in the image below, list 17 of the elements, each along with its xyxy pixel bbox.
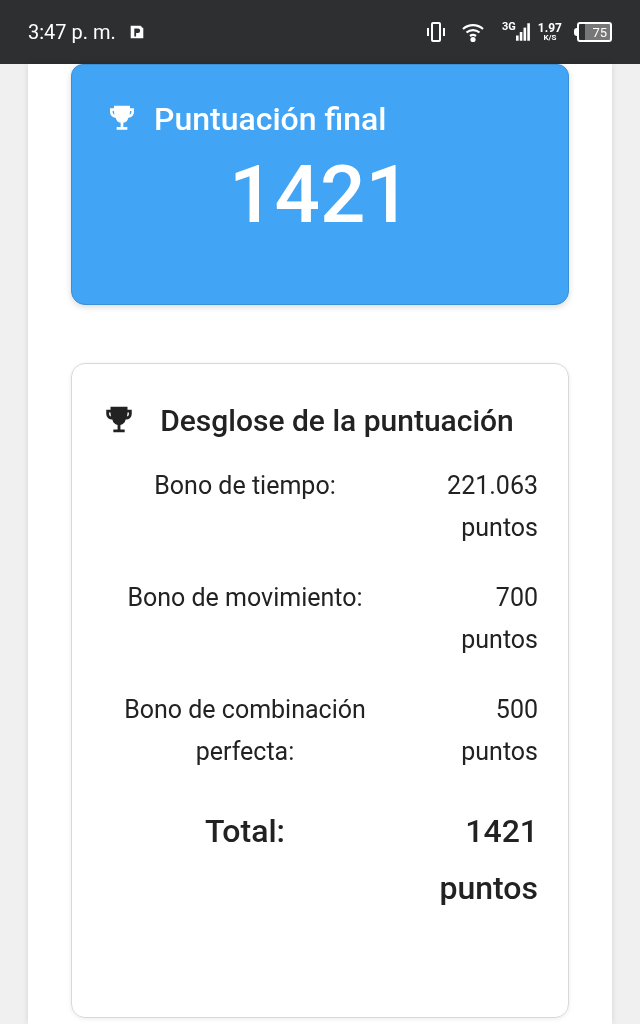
bonus-label: Bono de movimiento: (126, 582, 364, 614)
signal-icon (515, 22, 530, 42)
bonus-value: 221.063 puntos (446, 470, 538, 544)
clock: 3:47 p. m. (28, 19, 116, 46)
total-value: 1421 puntos (438, 811, 538, 909)
network-type: 3G (502, 19, 516, 35)
card-title: Puntuación final (154, 103, 387, 135)
bonus-value: 500 puntos (460, 694, 538, 768)
bonus-label: Bono de combinación perfecta: (123, 694, 367, 768)
data-speed: 1.97 (537, 22, 562, 34)
battery-level: 75 (592, 25, 607, 39)
bonus-label: Bono de tiempo: (153, 470, 337, 502)
final-score: 1421 (229, 155, 411, 235)
breakdown-title: Desglose de la puntuación (159, 402, 515, 440)
bonus-value: 700 puntos (460, 582, 538, 656)
speed-unit: K/S (543, 34, 557, 42)
total-label: Total: (204, 811, 286, 852)
